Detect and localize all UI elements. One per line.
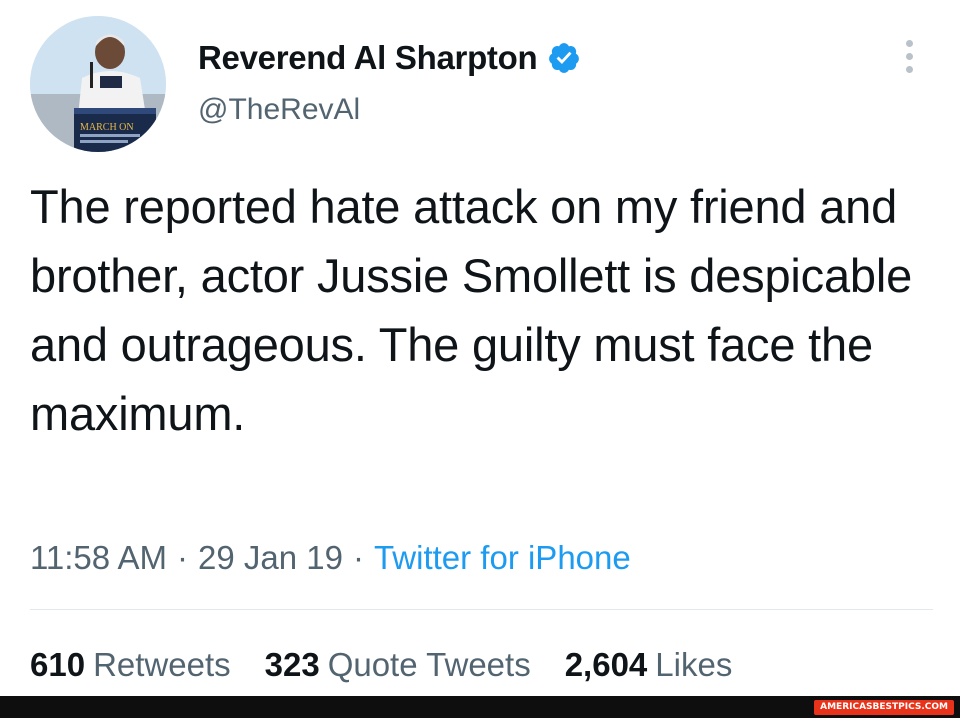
divider (30, 609, 933, 610)
tweet-text: The reported hate attack on my friend an… (30, 180, 913, 440)
quote-tweets-label: Quote Tweets (327, 646, 531, 683)
avatar[interactable]: MARCH ON (30, 16, 166, 152)
meta-separator: · (352, 539, 364, 576)
likes-stat[interactable]: 2,604 Likes (565, 644, 733, 686)
display-name[interactable]: Reverend Al Sharpton (198, 38, 538, 78)
tweet-date[interactable]: 29 Jan 19 (198, 539, 343, 576)
watermark: AMERICASBESTPICS.COM (814, 700, 954, 715)
tweet-source-link[interactable]: Twitter for iPhone (374, 539, 631, 576)
retweets-label: Retweets (93, 646, 231, 683)
tweet-time[interactable]: 11:58 AM (30, 539, 167, 576)
retweets-stat[interactable]: 610 Retweets (30, 644, 231, 686)
podium-text: MARCH ON (80, 122, 134, 133)
display-name-row[interactable]: Reverend Al Sharpton (198, 38, 581, 78)
quote-tweets-count: 323 (264, 646, 320, 683)
likes-label: Likes (655, 646, 733, 683)
tweet-stats: 610 Retweets 323 Quote Tweets 2,604 Likes (30, 644, 766, 686)
retweets-count: 610 (30, 646, 86, 683)
verified-badge-icon (549, 43, 580, 73)
tweet-metadata: 11:58 AM · 29 Jan 19 · Twitter for iPhone (30, 537, 631, 579)
more-options-icon[interactable] (900, 38, 920, 76)
user-handle[interactable]: @TheRevAl (198, 92, 360, 128)
meta-separator: · (176, 539, 188, 576)
avatar-photo: MARCH ON (30, 16, 166, 152)
likes-count: 2,604 (564, 646, 648, 683)
footer-bar: AMERICASBESTPICS.COM (0, 696, 960, 718)
quote-tweets-stat[interactable]: 323 Quote Tweets (265, 644, 531, 686)
